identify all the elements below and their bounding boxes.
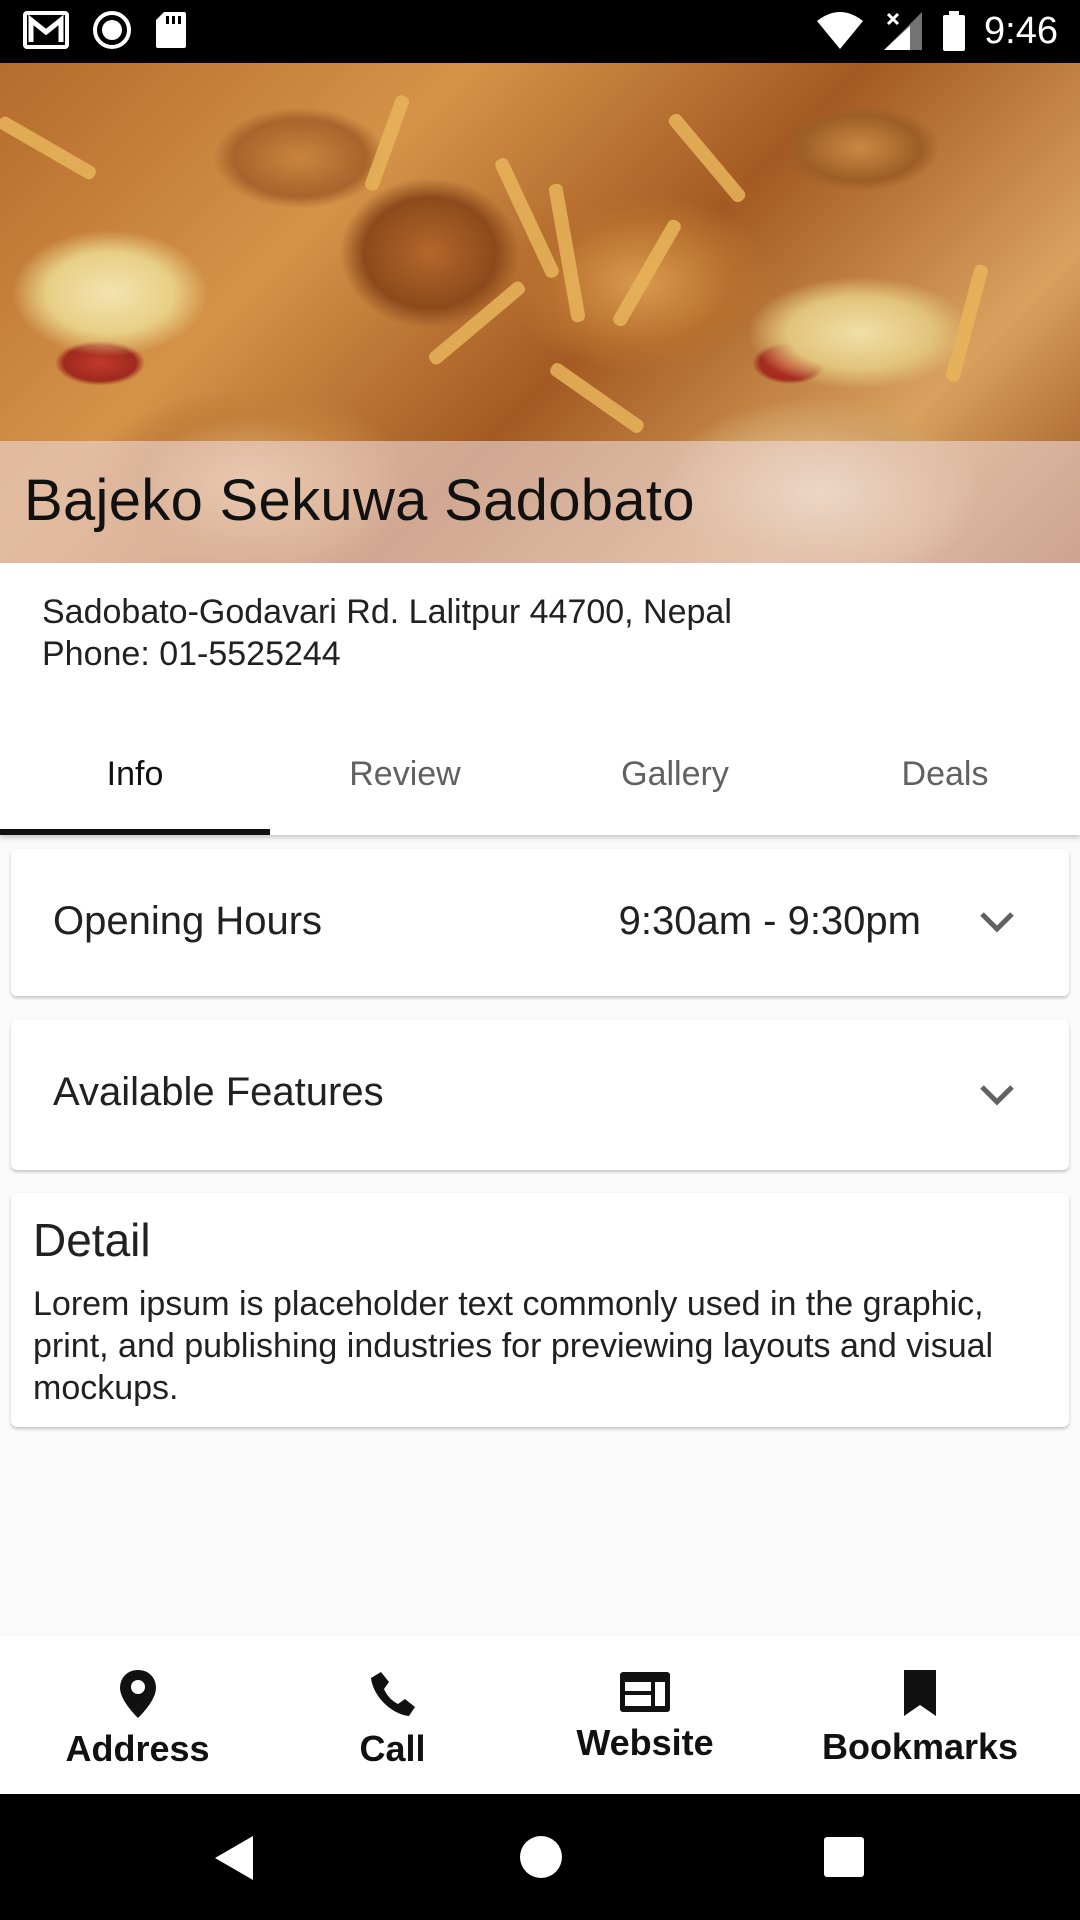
restaurant-name: Bajeko Sekuwa Sadobato (24, 468, 695, 533)
fry-decoration (610, 217, 684, 329)
restaurant-info: Sadobato-Godavari Rd. Lalitpur 44700, Ne… (0, 563, 1080, 713)
active-tab-indicator (0, 829, 270, 835)
wifi-icon (817, 12, 864, 49)
status-bar: 9:46 (0, 0, 1080, 63)
home-icon[interactable] (518, 1834, 564, 1880)
detail-body: Lorem ipsum is placeholder text commonly… (33, 1285, 994, 1407)
available-features-label: Available Features (53, 1070, 384, 1114)
tab-gallery[interactable]: Gallery (540, 713, 810, 835)
sd-card-icon (156, 12, 186, 48)
navigation-bar (0, 1794, 1080, 1920)
battery-icon (943, 11, 966, 51)
address-button[interactable]: Address (55, 1636, 220, 1794)
opening-hours-value: 9:30am - 9:30pm (618, 899, 921, 943)
call-label: Call (359, 1728, 426, 1769)
opening-hours-label: Opening Hours (53, 899, 323, 943)
website-button[interactable]: Website (570, 1636, 720, 1794)
chevron-down-icon[interactable] (979, 911, 1015, 933)
web-icon (620, 1672, 670, 1712)
location-pin-icon (119, 1670, 156, 1718)
fry-decoration (493, 156, 561, 280)
detail-card: Detail Lorem ipsum is placeholder text c… (11, 1193, 1069, 1427)
tab-info[interactable]: Info (0, 713, 270, 835)
record-icon (93, 11, 131, 49)
fry-decoration (363, 93, 411, 193)
recents-icon[interactable] (823, 1836, 865, 1878)
signal-icon (884, 12, 923, 50)
status-right-icons: 9:46 (816, 6, 1058, 56)
fry-decoration (0, 114, 99, 182)
restaurant-address: Sadobato-Godavari Rd. Lalitpur 44700, Ne… (42, 593, 732, 631)
back-icon[interactable] (213, 1834, 257, 1882)
fry-decoration (426, 279, 528, 367)
opening-hours-card[interactable]: Opening Hours 9:30am - 9:30pm (11, 849, 1069, 996)
tab-review[interactable]: Review (270, 713, 540, 835)
status-left-icons (22, 10, 188, 50)
restaurant-phone: Phone: 01-5525244 (42, 635, 341, 673)
fry-decoration (547, 182, 587, 324)
fry-decoration (666, 111, 748, 205)
bottom-action-bar: Address Call Website Bookmarks (0, 1636, 1080, 1794)
tab-bar: Info Review Gallery Deals (0, 713, 1080, 835)
call-button[interactable]: Call (330, 1636, 455, 1794)
available-features-card[interactable]: Available Features (11, 1020, 1069, 1170)
gmail-icon (23, 11, 69, 49)
chevron-down-icon[interactable] (979, 1084, 1015, 1106)
detail-title: Detail (33, 1214, 151, 1266)
tab-deals[interactable]: Deals (810, 713, 1080, 835)
bookmarks-label: Bookmarks (821, 1726, 1019, 1767)
hero-food-image: Bajeko Sekuwa Sadobato (0, 63, 1080, 563)
bookmark-icon (904, 1670, 936, 1716)
bookmarks-button[interactable]: Bookmarks (815, 1636, 1025, 1794)
fry-decoration (547, 360, 647, 436)
status-time: 9:46 (984, 10, 1058, 52)
phone-icon (370, 1672, 415, 1716)
address-label: Address (65, 1728, 210, 1769)
website-label: Website (576, 1722, 714, 1763)
fry-decoration (944, 263, 990, 383)
